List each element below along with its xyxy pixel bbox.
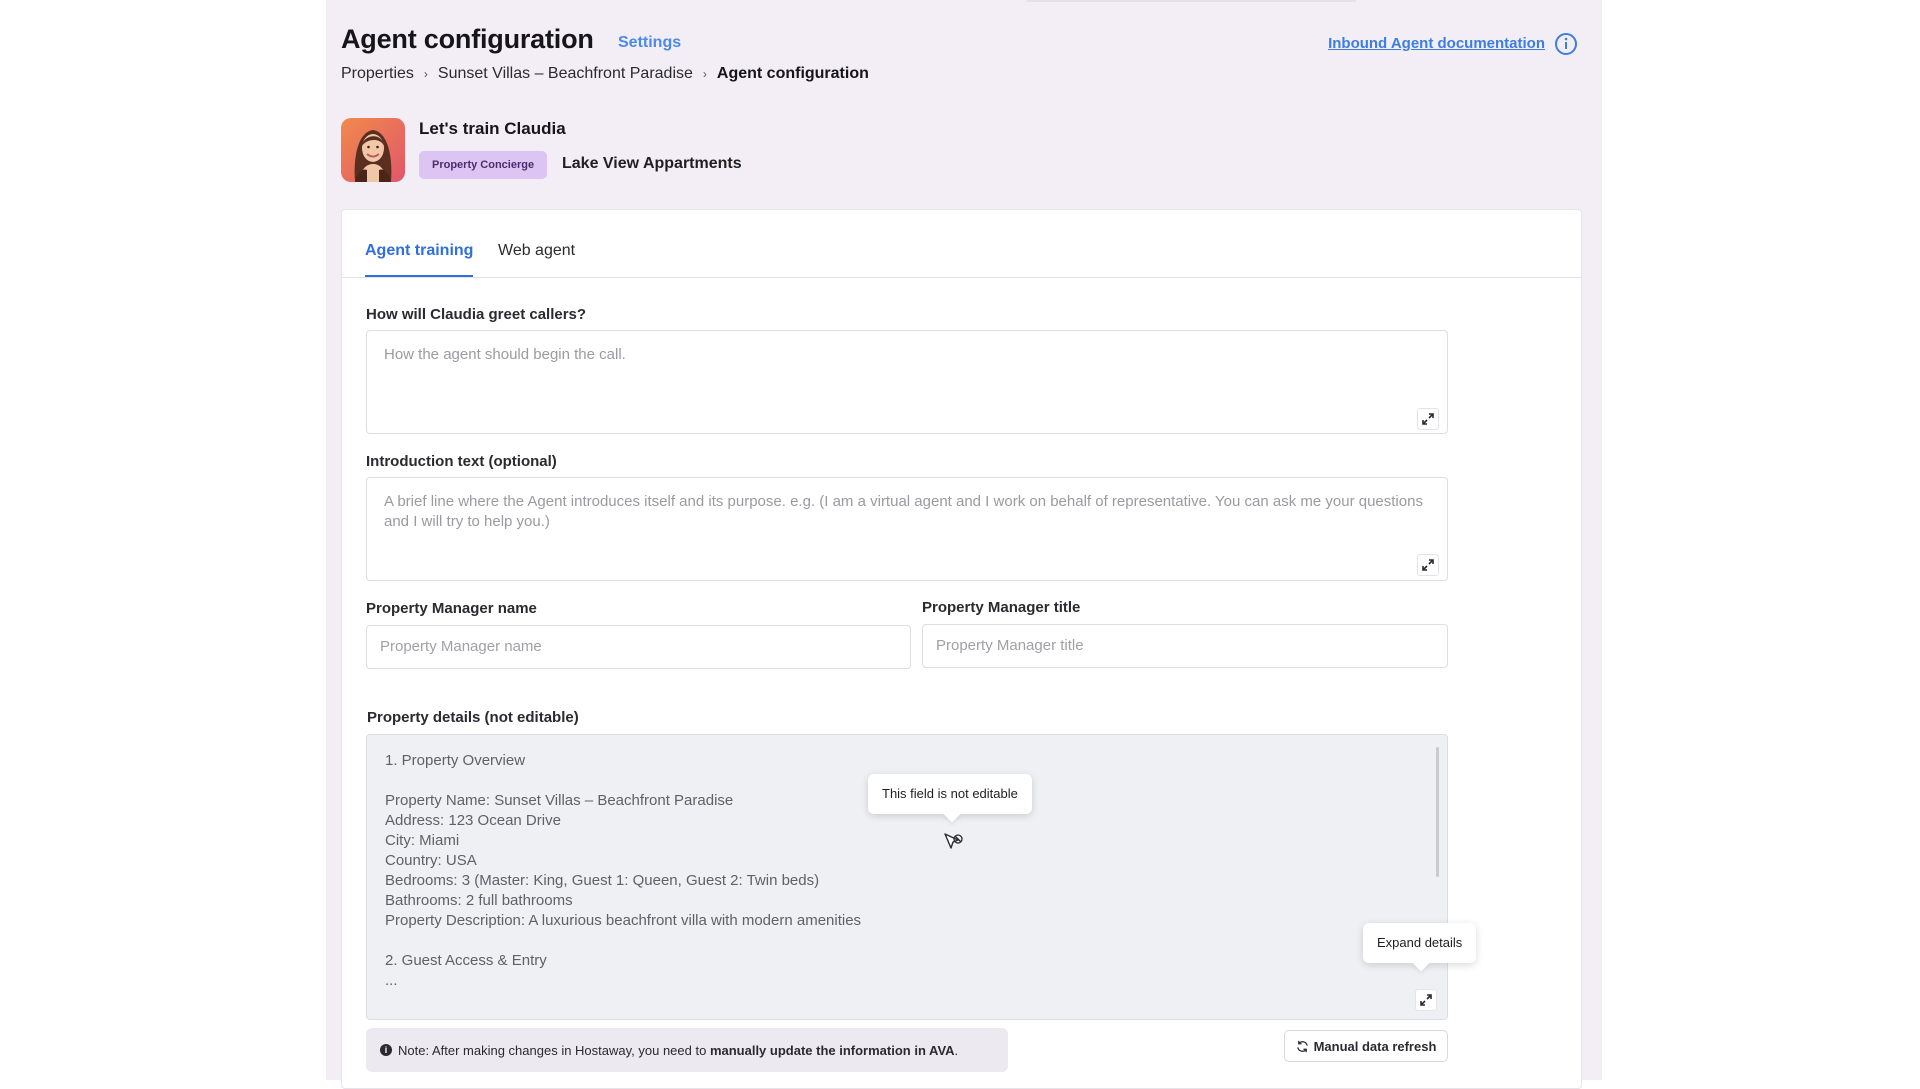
- breadcrumb-chevron-icon: ›: [423, 67, 428, 81]
- expand-icon[interactable]: [1417, 408, 1439, 430]
- property-name: Lake View Appartments: [562, 155, 742, 172]
- greeting-label: How will Claudia greet callers?: [366, 306, 587, 323]
- tab-web-agent[interactable]: Web agent: [498, 242, 575, 260]
- info-icon: i: [380, 1044, 392, 1056]
- details-line: Country: USA: [385, 852, 477, 869]
- info-icon[interactable]: [1554, 32, 1578, 56]
- pm-name-input[interactable]: Property Manager name: [366, 625, 911, 669]
- page-title: Agent configuration: [341, 24, 594, 54]
- breadcrumb-item-properties[interactable]: Properties: [341, 65, 414, 83]
- details-line: 2. Guest Access & Entry: [385, 952, 547, 969]
- breadcrumb-item-current: Agent configuration: [716, 65, 869, 82]
- active-tab-indicator: [365, 275, 473, 277]
- details-line: ...: [385, 972, 398, 989]
- hostaway-note: i Note: After making changes in Hostaway…: [366, 1028, 1008, 1072]
- intro-label: Introduction text (optional): [366, 453, 557, 470]
- pm-title-input[interactable]: Property Manager title: [922, 624, 1448, 668]
- refresh-icon: [1296, 1040, 1308, 1052]
- not-editable-tooltip: This field is not editable: [868, 774, 1032, 814]
- intro-textarea[interactable]: A brief line where the Agent introduces …: [366, 477, 1448, 581]
- refresh-label: Manual data refresh: [1313, 1038, 1437, 1054]
- inbound-agent-documentation-link[interactable]: Inbound Agent documentation: [1328, 35, 1545, 52]
- top-divider: [1026, 0, 1356, 2]
- details-line: Property Description: A luxurious beachf…: [385, 912, 862, 929]
- agent-heading: Let's train Claudia: [419, 119, 566, 138]
- breadcrumb-item-property[interactable]: Sunset Villas – Beachfront Paradise: [438, 65, 693, 83]
- tab-bar: Agent training Web agent: [342, 210, 1581, 278]
- details-line: Bedrooms: 3 (Master: King, Guest 1: Quee…: [385, 872, 820, 889]
- page-container: Agent configuration Settings Inbound Age…: [326, 0, 1602, 1089]
- pm-title-label: Property Manager title: [922, 599, 1081, 616]
- pm-name-label: Property Manager name: [366, 600, 537, 617]
- expand-icon[interactable]: [1415, 989, 1437, 1011]
- manual-data-refresh-button[interactable]: Manual data refresh: [1284, 1030, 1448, 1062]
- note-text: Note: After making changes in Hostaway, …: [398, 1042, 959, 1058]
- details-line: [385, 931, 1429, 951]
- breadcrumb: Properties › Sunset Villas – Beachfront …: [341, 65, 869, 83]
- tab-agent-training[interactable]: Agent training: [365, 242, 473, 260]
- breadcrumb-chevron-icon: ›: [702, 67, 707, 81]
- expand-details-tooltip: Expand details: [1363, 923, 1477, 963]
- details-line: Address: 123 Ocean Drive: [385, 812, 561, 829]
- details-line: 1. Property Overview: [385, 752, 526, 769]
- property-details-label: Property details (not editable): [367, 709, 579, 726]
- cursor-icon: [942, 830, 966, 854]
- details-scrollbar[interactable]: [1436, 747, 1439, 877]
- expand-icon[interactable]: [1417, 554, 1439, 576]
- settings-link[interactable]: Settings: [618, 34, 681, 52]
- role-badge: Property Concierge: [419, 151, 548, 179]
- details-line: Bathrooms: 2 full bathrooms: [385, 892, 573, 909]
- details-line: City: Miami: [385, 832, 460, 849]
- greeting-textarea[interactable]: How the agent should begin the call.: [366, 330, 1448, 434]
- agent-avatar: [341, 118, 405, 182]
- config-card: Agent training Web agent How will Claudi…: [341, 209, 1582, 1089]
